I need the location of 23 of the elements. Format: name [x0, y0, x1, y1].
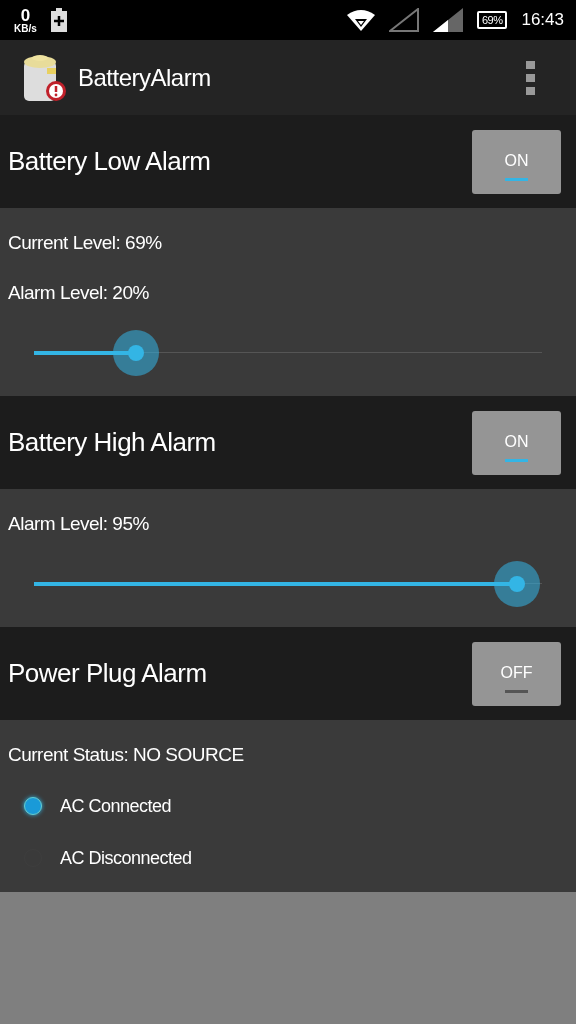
section-title: Battery Low Alarm [8, 146, 212, 177]
overflow-menu-icon[interactable] [526, 60, 536, 95]
app-title: BatteryAlarm [78, 63, 211, 92]
radio-option[interactable]: AC Disconnected [8, 832, 576, 884]
signal-icon [388, 8, 419, 32]
signal-icon [432, 8, 463, 32]
info-text: Current Level: 69% [8, 231, 163, 255]
charging-icon [50, 8, 67, 32]
clock: 16:43 [521, 10, 564, 30]
wifi-icon [346, 9, 375, 31]
section-title: Power Plug Alarm [8, 658, 208, 689]
battery-alert-icon [22, 52, 68, 103]
info-text: Current Status: NO SOURCE [8, 743, 245, 767]
toggle-button[interactable]: OFF [472, 641, 561, 706]
toggle-button[interactable]: ON [472, 410, 561, 475]
info-text: Alarm Level: 95% [8, 512, 150, 536]
section-title: Battery High Alarm [8, 427, 217, 458]
network-speed-unit: KB/s [14, 23, 37, 34]
toggle-button[interactable]: ON [472, 129, 561, 194]
network-speed-value: 0 [20, 6, 31, 24]
radio-option[interactable]: AC Connected [8, 780, 576, 832]
info-text: Alarm Level: 20% [8, 281, 150, 305]
battery-indicator: 69% [476, 11, 508, 29]
